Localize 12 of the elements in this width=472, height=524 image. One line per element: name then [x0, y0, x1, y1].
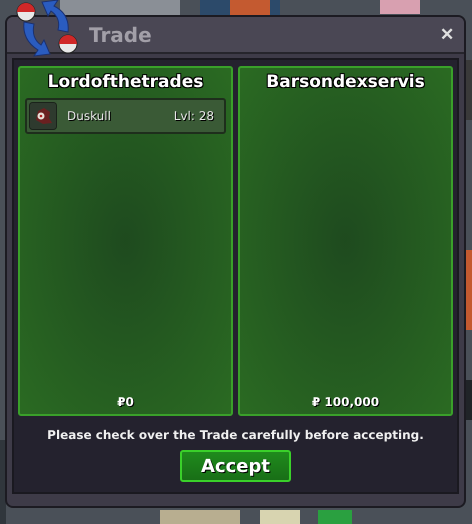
accept-button[interactable]: Accept	[180, 450, 291, 482]
trader-name: Lordofthetrades	[48, 72, 204, 92]
money-amount: ₽0	[117, 395, 134, 409]
pokemon-name: Duskull	[67, 109, 112, 123]
pokemon-level: Lvl: 28	[174, 109, 214, 123]
window-title: Trade	[89, 22, 153, 46]
ghost-icon	[29, 102, 57, 130]
trader-name: Barsondexservis	[266, 72, 425, 92]
warning-message: Please check over the Trade carefully before accepting.	[47, 428, 424, 442]
money-amount: ₽ 100,000	[312, 395, 380, 409]
pokemon-slot[interactable]: Duskull Lvl: 28	[25, 98, 226, 134]
close-button[interactable]: ✕	[436, 24, 458, 45]
